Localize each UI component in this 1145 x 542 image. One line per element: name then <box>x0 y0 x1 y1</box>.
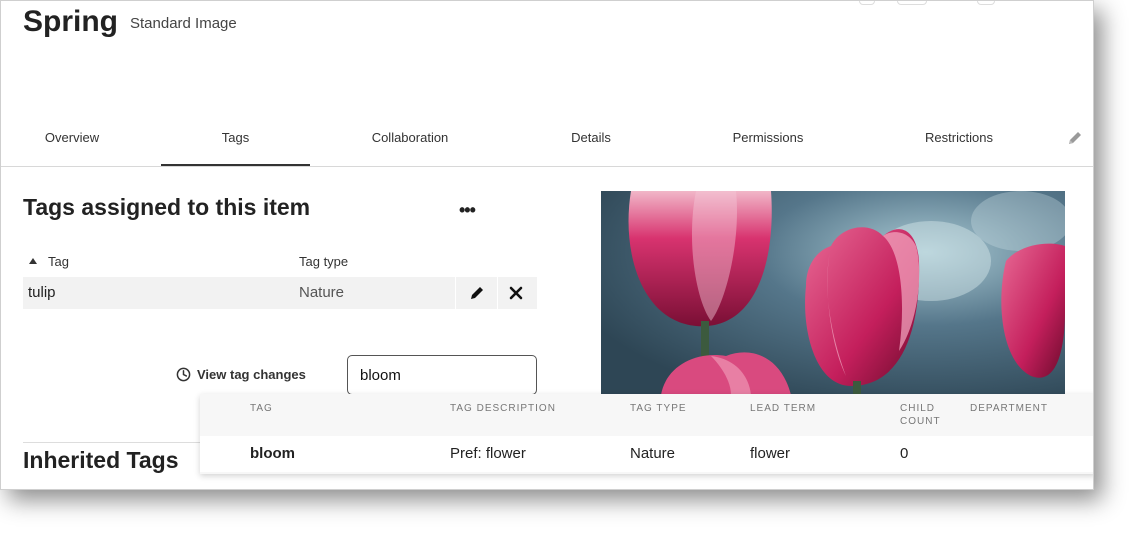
clock-icon <box>176 367 191 382</box>
tag-type-cell: Nature <box>299 284 345 301</box>
suggestion-header-department: DEPARTMENT <box>970 403 1048 414</box>
suggestion-row[interactable]: bloom Pref: flower Nature flower 0 <box>200 436 1093 472</box>
tab-overview[interactable]: Overview <box>23 119 121 165</box>
toolbar-decoration <box>977 1 995 5</box>
tab-bar: Overview Tags Collaboration Details Perm… <box>1 119 1093 167</box>
child-count-header-line: CHILD <box>900 403 936 414</box>
toolbar-decoration <box>859 1 875 5</box>
edit-tag-button[interactable] <box>459 277 495 309</box>
suggestion-lead-term: flower <box>750 445 791 462</box>
tab-collaboration[interactable]: Collaboration <box>350 119 470 165</box>
suggestion-description: Pref: flower <box>450 445 526 462</box>
column-header-tag-type[interactable]: Tag type <box>299 254 348 269</box>
section-divider <box>23 442 203 443</box>
tag-search-input[interactable] <box>347 355 537 395</box>
tulip-image <box>601 191 1065 395</box>
suggestion-type: Nature <box>630 445 676 462</box>
suggestion-header-description: TAG DESCRIPTION <box>450 403 556 414</box>
tab-details[interactable]: Details <box>541 119 641 165</box>
pencil-icon <box>471 287 483 299</box>
column-header-tag[interactable]: Tag <box>48 254 69 269</box>
view-tag-changes-link[interactable]: View tag changes <box>176 367 306 382</box>
tags-section-title: Tags assigned to this item <box>23 194 311 220</box>
suggestion-header-child-count: CHILD COUNT <box>900 402 941 428</box>
suggestion-child-count: 0 <box>900 445 909 462</box>
suggestion-header-tag: TAG <box>250 403 273 414</box>
tab-permissions[interactable]: Permissions <box>713 119 823 165</box>
tab-tags[interactable]: Tags <box>161 119 310 166</box>
app-window: Spring Standard Image Overview Tags Coll… <box>0 0 1094 490</box>
table-row: tulip Nature <box>23 277 537 309</box>
page-title: Spring <box>23 5 118 38</box>
sort-ascending-icon[interactable] <box>29 258 37 264</box>
tab-restrictions[interactable]: Restrictions <box>904 119 1014 165</box>
remove-tag-button[interactable] <box>498 277 534 309</box>
suggestion-tag: bloom <box>250 445 295 462</box>
page-subtitle: Standard Image <box>130 15 237 32</box>
inherited-tags-title: Inherited Tags <box>23 447 179 473</box>
more-horizontal-icon[interactable]: ••• <box>459 201 476 219</box>
tag-suggestions-dropdown: TAG TAG DESCRIPTION TAG TYPE LEAD TERM C… <box>200 394 1093 474</box>
toolbar-decoration <box>897 1 927 5</box>
tag-cell: tulip <box>28 284 56 301</box>
pencil-icon[interactable] <box>1067 130 1087 150</box>
view-tag-changes-label: View tag changes <box>197 367 306 382</box>
child-count-header-line: COUNT <box>900 416 941 427</box>
close-icon <box>509 286 523 300</box>
cell-divider <box>455 277 456 309</box>
suggestion-header-lead-term: LEAD TERM <box>750 403 817 414</box>
suggestion-header-type: TAG TYPE <box>630 403 687 414</box>
